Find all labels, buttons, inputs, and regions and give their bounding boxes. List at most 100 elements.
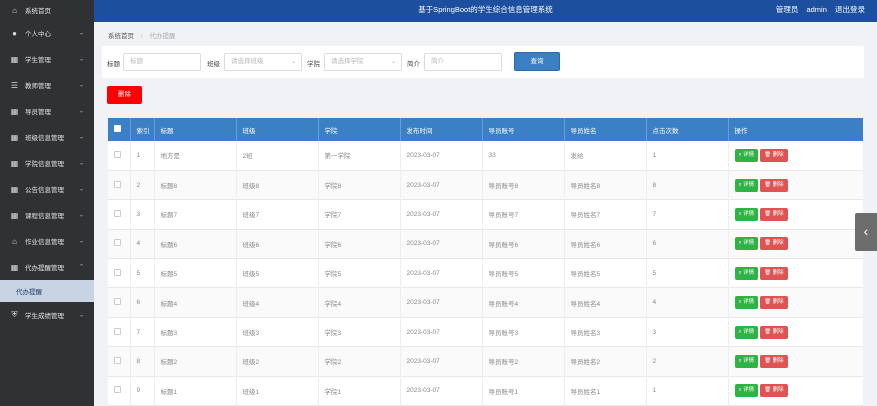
row-delete-button[interactable]: 🗑 删除: [760, 296, 788, 310]
table-cell: 2023-03-07: [400, 199, 483, 230]
detail-button[interactable]: ⌕ 详情: [734, 325, 759, 339]
detail-button[interactable]: ⌕ 详情: [734, 354, 759, 368]
sidebar-item-courses[interactable]: ▦ 课程信息管理 ⌄: [0, 202, 94, 228]
row-checkbox[interactable]: [114, 180, 121, 188]
column-header: 索引: [130, 118, 155, 141]
table-cell: 33: [482, 141, 565, 171]
chevron-down-icon: ⌄: [78, 82, 84, 89]
table-cell: 2: [130, 170, 155, 200]
table-row: 8 标题2 班级2 学院2 2023-03-07 导员账号2 导员姓名2 2 ⌕ 详情 🗑 删除: [108, 346, 863, 377]
row-checkbox[interactable]: [114, 356, 121, 364]
sidebar-item-students[interactable]: ▦ 学生管理 ⌄: [0, 46, 94, 72]
detail-button[interactable]: ⌕ 详情: [734, 266, 759, 280]
row-checkbox[interactable]: [114, 268, 121, 276]
sidebar-item-label: 代办提醒管理: [25, 265, 64, 272]
sidebar-item-reminders[interactable]: ▦ 代办提醒管理 ⌃: [0, 254, 94, 280]
table-row: 6 标题4 班级4 学院4 2023-03-07 导员账号4 导员姓名4 4 ⌕ 详情 🗑 删除: [108, 287, 863, 318]
table-cell: 导员姓名6: [564, 229, 647, 259]
row-delete-button[interactable]: 🗑 删除: [760, 325, 788, 339]
actions-cell: ⌕ 详情 🗑 删除: [728, 376, 863, 406]
row-delete-button[interactable]: 🗑 删除: [760, 207, 788, 221]
table-cell: 标题4: [154, 287, 237, 318]
row-checkbox[interactable]: [114, 150, 121, 158]
sidebar-item-grades[interactable]: ⛨ 学生成绩管理 ⌄: [0, 302, 94, 328]
sidebar-item-classes[interactable]: ▦ 班级信息管理 ⌄: [0, 124, 94, 150]
sidebar-item-home[interactable]: ⌂ 系统首页: [0, 0, 94, 20]
column-header: 学院: [318, 118, 401, 141]
table-cell: 1: [130, 141, 155, 171]
sidebar-item-counselors[interactable]: ▦ 导员管理 ⌄: [0, 98, 94, 124]
table-cell: 4: [130, 229, 155, 259]
breadcrumb-home[interactable]: 系统首页: [108, 33, 134, 40]
intro-input[interactable]: 简介: [424, 53, 502, 71]
breadcrumb: 系统首页 / 代办提醒: [108, 30, 175, 40]
detail-button[interactable]: ⌕ 详情: [734, 237, 759, 251]
user-icon: ●: [12, 28, 17, 38]
grid-icon: ▦: [10, 132, 19, 142]
sidebar-item-teachers[interactable]: ☰ 教师管理 ⌄: [0, 72, 94, 98]
actions-cell: ⌕ 详情 🗑 删除: [728, 258, 863, 288]
table-header-row: 索引 标题 班级 学院 发布时间 导员账号 导员姓名 点击次数 操作: [108, 118, 863, 141]
row-delete-button[interactable]: 🗑 删除: [760, 354, 788, 368]
table-cell: 标题6: [154, 229, 237, 259]
breadcrumb-separator: /: [140, 33, 143, 40]
row-checkbox[interactable]: [114, 298, 121, 306]
sidebar-subitem-label: 代办提醒: [16, 289, 42, 296]
college-select[interactable]: 请选择学院 ⌄: [324, 53, 402, 71]
row-checkbox[interactable]: [114, 209, 121, 217]
breadcrumb-current: 代办提醒: [149, 33, 176, 40]
search-button[interactable]: 查询: [514, 52, 560, 71]
chevron-down-icon: ⌄: [78, 212, 84, 219]
sidebar-item-colleges[interactable]: ▦ 学院信息管理 ⌄: [0, 150, 94, 176]
delete-button[interactable]: 删除: [107, 86, 142, 104]
sidebar-subitem-reminders[interactable]: 代办提醒: [0, 280, 94, 302]
detail-button[interactable]: ⌕ 详情: [734, 384, 759, 398]
chevron-up-icon: ⌃: [78, 264, 84, 271]
title-input-placeholder: 标题: [130, 58, 143, 65]
detail-button[interactable]: ⌕ 详情: [734, 296, 759, 310]
detail-label: 详情: [743, 151, 755, 158]
table-cell: 班级3: [236, 317, 319, 347]
table-cell: 导员姓名3: [564, 317, 647, 347]
trash-icon: 🗑: [764, 328, 773, 335]
table-cell: 导员账号5: [482, 258, 565, 288]
class-select[interactable]: 请选择班级 ⌄: [224, 53, 302, 71]
logout-link[interactable]: 退出登录: [835, 5, 865, 14]
table-cell: 班级5: [236, 258, 319, 288]
college-select-placeholder: 请选择学院: [331, 58, 364, 65]
row-delete-button[interactable]: 🗑 删除: [760, 266, 788, 280]
class-select-placeholder: 请选择班级: [231, 58, 264, 65]
home-icon: ⌂: [12, 5, 17, 15]
table-cell: 导员账号3: [482, 317, 565, 347]
select-all-cell: [108, 118, 131, 141]
sidebar-item-announcements[interactable]: ▦ 公告信息管理 ⌄: [0, 176, 94, 202]
table-cell: 5: [130, 258, 155, 288]
trash-icon: 🗑: [764, 151, 773, 158]
row-select-cell: [108, 141, 131, 171]
title-input[interactable]: 标题: [123, 53, 201, 71]
detail-button[interactable]: ⌕ 详情: [734, 207, 759, 221]
row-checkbox[interactable]: [114, 386, 121, 394]
row-delete-button[interactable]: 🗑 删除: [760, 178, 788, 192]
table-row: 1 地方是 2班 第一学院 2023-03-07 33 发给 1 ⌕ 详情 🗑 删除: [108, 141, 863, 171]
collapse-tab[interactable]: ‹: [855, 213, 877, 251]
table-cell: 3: [646, 317, 729, 347]
row-delete-button[interactable]: 🗑 删除: [760, 148, 788, 162]
row-checkbox[interactable]: [114, 239, 121, 247]
table-cell: 3: [130, 199, 155, 230]
sidebar-item-label: 个人中心: [25, 31, 51, 38]
row-delete-button[interactable]: 🗑 删除: [760, 384, 788, 398]
row-checkbox[interactable]: [114, 327, 121, 335]
row-delete-button[interactable]: 🗑 删除: [760, 237, 788, 251]
detail-button[interactable]: ⌕ 详情: [734, 178, 759, 192]
table-cell: 导员账号6: [482, 229, 565, 259]
select-all-checkbox[interactable]: [114, 125, 121, 132]
detail-button[interactable]: ⌕ 详情: [734, 148, 759, 162]
table-cell: 2023-03-07: [400, 376, 483, 406]
actions-cell: ⌕ 详情 🗑 删除: [728, 346, 863, 377]
sidebar-item-profile[interactable]: ● 个人中心 ⌄: [0, 20, 94, 46]
sidebar-item-label: 公告信息管理: [25, 187, 64, 194]
sidebar-item-homework[interactable]: ⌂ 作业信息管理 ⌄: [0, 228, 94, 254]
user-role: 管理员: [775, 5, 799, 14]
table-cell: 5: [646, 258, 729, 288]
